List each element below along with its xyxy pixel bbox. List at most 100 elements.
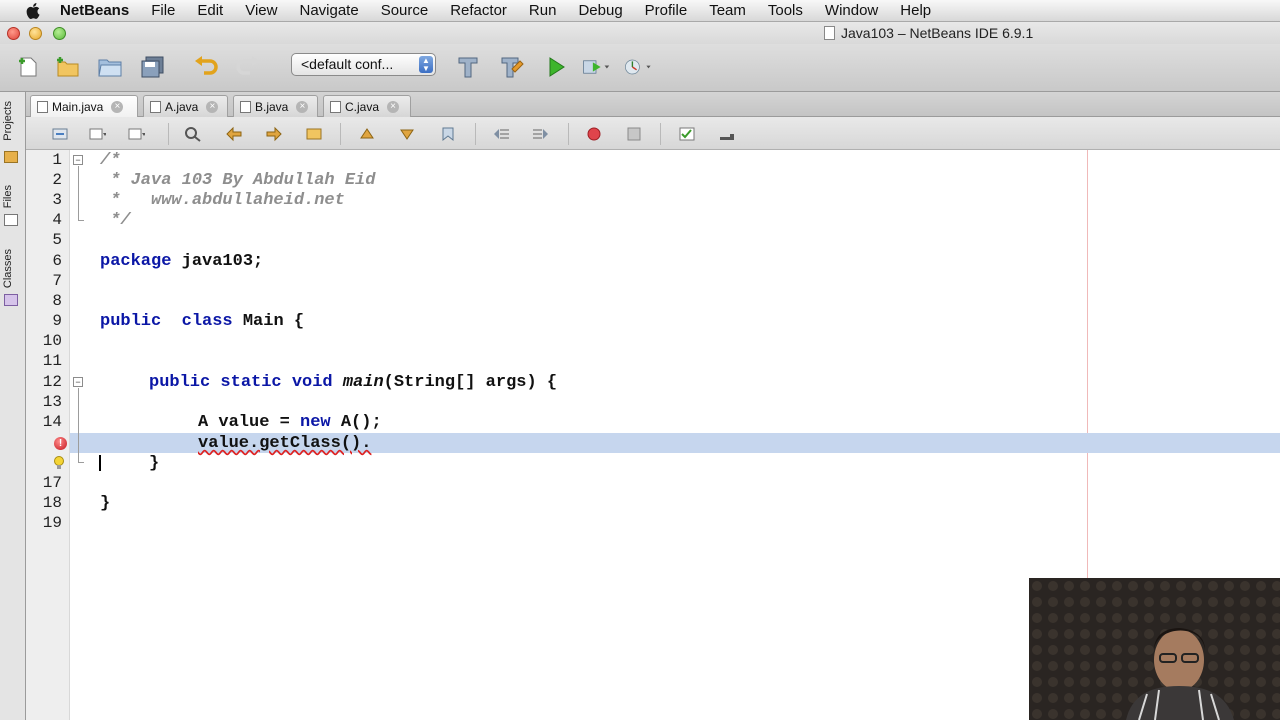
code-line: }: [26, 453, 159, 473]
last-edit-icon[interactable]: [51, 126, 69, 142]
find-next-icon[interactable]: [265, 126, 283, 142]
configuration-select[interactable]: <default conf... ▲ ▼: [291, 53, 436, 76]
line-number: 3: [52, 191, 62, 209]
code-line: 3 * www.abdullaheid.net: [26, 190, 344, 210]
code-text: A value = new A();: [198, 413, 382, 432]
start-macro-icon[interactable]: [585, 126, 603, 142]
tab-c-java[interactable]: C.java ×: [323, 95, 411, 117]
new-file-icon[interactable]: [14, 53, 42, 81]
line-number: 5: [52, 231, 62, 249]
comment-icon[interactable]: [718, 126, 736, 142]
line-number: 14: [42, 413, 62, 431]
editor-toolbar: [26, 117, 1280, 150]
menu-run[interactable]: Run: [529, 2, 557, 19]
undo-icon[interactable]: [192, 53, 220, 81]
menu-profile[interactable]: Profile: [645, 2, 688, 19]
fold-guide: [78, 166, 79, 220]
code-text: public class Main {: [100, 312, 304, 331]
keyword: public static void: [149, 372, 333, 392]
redo-icon[interactable]: [234, 53, 262, 81]
menu-bar: NetBeans File Edit View Navigate Source …: [0, 0, 1280, 22]
apple-icon[interactable]: [20, 2, 46, 19]
code-line: 5: [26, 230, 62, 250]
fold-toggle-comment[interactable]: −: [73, 155, 83, 165]
zoom-window-button[interactable]: [53, 27, 66, 40]
java-file-icon: [330, 100, 341, 113]
line-number: 4: [52, 211, 62, 229]
run-icon[interactable]: [542, 53, 570, 81]
side-tab-projects[interactable]: Projects: [2, 101, 14, 141]
fold-guide-end: [78, 220, 84, 221]
netbeans-window: NetBeans File Edit View Navigate Source …: [0, 0, 1280, 720]
save-all-icon[interactable]: [139, 53, 167, 81]
open-project-icon[interactable]: [96, 53, 124, 81]
configuration-select-value: <default conf...: [301, 56, 394, 72]
document-icon: [824, 26, 835, 40]
code-line: 13: [26, 392, 62, 412]
line-number: 8: [52, 292, 62, 310]
toggle-bookmark-icon[interactable]: [439, 126, 457, 142]
tab-b-java[interactable]: B.java ×: [233, 95, 318, 117]
menu-source[interactable]: Source: [381, 2, 429, 19]
find-previous-icon[interactable]: [225, 126, 243, 142]
code-token: Main {: [232, 311, 305, 331]
menu-edit[interactable]: Edit: [197, 2, 223, 19]
toolbar-separator: [340, 123, 341, 145]
debug-icon[interactable]: [582, 53, 610, 81]
java-file-icon: [240, 100, 251, 113]
menu-window[interactable]: Window: [825, 2, 878, 19]
code-line: 12 public static void main(String[] args)…: [26, 372, 557, 392]
menu-tools[interactable]: Tools: [768, 2, 803, 19]
tab-main-java[interactable]: Main.java ×: [30, 95, 138, 117]
back-icon[interactable]: [88, 126, 106, 142]
previous-bookmark-icon[interactable]: [358, 126, 376, 142]
menu-file[interactable]: File: [151, 2, 175, 19]
code-line: 2 * Java 103 By Abdullah Eid: [26, 170, 375, 190]
menu-debug[interactable]: Debug: [578, 2, 622, 19]
stop-macro-icon[interactable]: [625, 126, 643, 142]
shift-left-icon[interactable]: [492, 126, 510, 142]
next-bookmark-icon[interactable]: [398, 126, 416, 142]
side-tab-classes[interactable]: Classes: [2, 249, 14, 288]
menu-refactor[interactable]: Refactor: [450, 2, 507, 19]
side-tab-files[interactable]: Files: [2, 185, 14, 208]
line-number: 11: [42, 352, 62, 370]
menu-navigate[interactable]: Navigate: [299, 2, 358, 19]
close-tab-icon[interactable]: ×: [296, 100, 309, 113]
code-text: }: [100, 493, 111, 513]
window-title-text: Java103 – NetBeans IDE 6.9.1: [841, 25, 1034, 41]
method-name: main: [342, 372, 384, 392]
toggle-highlight-icon[interactable]: [305, 126, 323, 142]
close-tab-icon[interactable]: ×: [111, 100, 124, 113]
new-project-icon[interactable]: [54, 53, 82, 81]
close-tab-icon[interactable]: ×: [206, 100, 219, 113]
menu-team[interactable]: Team: [709, 2, 746, 19]
code-line: 18}: [26, 493, 110, 513]
tab-a-java[interactable]: A.java ×: [143, 95, 228, 117]
classes-icon: [4, 294, 18, 306]
code-line: 14 A value = new A();: [26, 412, 382, 432]
profile-icon[interactable]: [624, 53, 652, 81]
fold-toggle-main-method[interactable]: −: [73, 377, 83, 387]
code-text: * Java 103 By Abdullah Eid: [100, 170, 376, 190]
code-text-error: value.getClass().: [198, 433, 372, 453]
build-icon[interactable]: [454, 53, 482, 81]
line-number: 6: [52, 252, 62, 270]
keyword: class: [181, 311, 233, 331]
check-file-icon[interactable]: [678, 126, 696, 142]
title-bar: [0, 22, 1280, 44]
code-line: value.getClass().: [26, 433, 371, 453]
clean-build-icon[interactable]: [497, 53, 525, 81]
fold-guide: [78, 388, 79, 462]
shift-right-icon[interactable]: [532, 126, 550, 142]
minimize-window-button[interactable]: [29, 27, 42, 40]
menu-view[interactable]: View: [245, 2, 277, 19]
forward-icon[interactable]: [127, 126, 145, 142]
menu-help[interactable]: Help: [900, 2, 931, 19]
find-selection-icon[interactable]: [184, 126, 202, 142]
line-number: 1: [52, 151, 62, 169]
menu-app-name[interactable]: NetBeans: [60, 2, 129, 19]
close-tab-icon[interactable]: ×: [387, 100, 400, 113]
toolbar-separator: [168, 123, 169, 145]
close-window-button[interactable]: [7, 27, 20, 40]
